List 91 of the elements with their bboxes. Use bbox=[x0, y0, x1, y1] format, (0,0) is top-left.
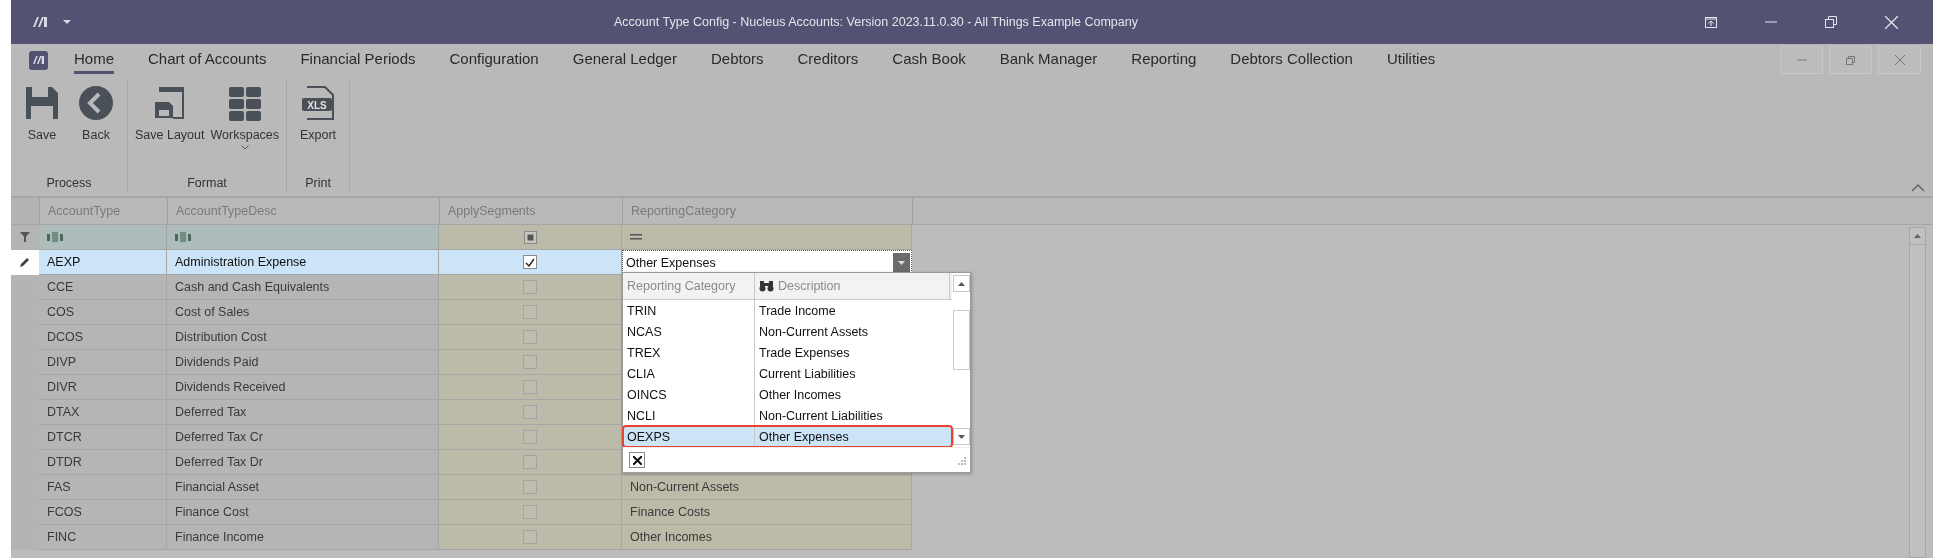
table-cell: DIVP bbox=[39, 350, 167, 375]
binoculars-icon[interactable] bbox=[759, 280, 774, 292]
table-cell: Deferred Tax Cr bbox=[167, 425, 439, 450]
table-cell: Finance Costs bbox=[622, 500, 912, 525]
ribbon-button[interactable]: Back bbox=[69, 82, 123, 176]
menu-tab[interactable]: Configuration bbox=[449, 46, 539, 74]
table-cell: DCOS bbox=[39, 325, 167, 350]
table-cell: AEXP bbox=[39, 250, 167, 275]
table-cell: DIVR bbox=[39, 375, 167, 400]
table-cell: Administration Expense bbox=[167, 250, 439, 275]
minimize-button[interactable] bbox=[1780, 46, 1823, 74]
pencil-icon bbox=[20, 257, 30, 267]
filter-icon[interactable] bbox=[20, 232, 30, 242]
checkbox[interactable] bbox=[523, 505, 537, 519]
table-cell: FINC bbox=[39, 525, 167, 550]
table-cell: Dividends Received bbox=[167, 375, 439, 400]
table-cell: CCE bbox=[39, 275, 167, 300]
chevron-down-icon[interactable] bbox=[240, 145, 249, 150]
checkbox[interactable] bbox=[523, 480, 537, 494]
header-label: Description bbox=[778, 279, 841, 293]
down-arrow-icon[interactable] bbox=[957, 434, 965, 439]
up-arrow-icon[interactable] bbox=[957, 281, 965, 286]
dropdown-option[interactable]: OEXPS Other Expenses bbox=[623, 426, 952, 447]
table-cell: COS bbox=[39, 300, 167, 325]
ribbon-button[interactable]: Save Layout bbox=[132, 82, 208, 176]
table-cell: Finance Income bbox=[167, 525, 439, 550]
menu-tab[interactable]: Debtors bbox=[710, 46, 764, 74]
text-filter-icon bbox=[175, 232, 191, 242]
app-logo-icon[interactable] bbox=[29, 50, 48, 70]
checkbox[interactable] bbox=[523, 280, 537, 294]
ribbon-button[interactable]: XLS Export bbox=[291, 82, 346, 176]
table-cell: Financial Asset bbox=[167, 475, 439, 500]
up-arrow-icon[interactable] bbox=[1914, 234, 1921, 238]
checkbox[interactable] bbox=[523, 330, 537, 344]
window-title: Account Type Config - Nucleus Accounts: Version 2023.11.0.30 - All Things Example Company bbox=[613, 15, 1139, 29]
caret-icon[interactable] bbox=[63, 20, 71, 24]
checkbox[interactable] bbox=[523, 530, 537, 544]
restore-icon[interactable] bbox=[1846, 55, 1855, 65]
checkbox[interactable] bbox=[523, 305, 537, 319]
checkbox[interactable] bbox=[523, 455, 537, 469]
checkbox[interactable] bbox=[523, 405, 537, 419]
menu-tab[interactable]: Cash Book bbox=[892, 46, 966, 74]
table-cell: Distribution Cost bbox=[167, 325, 439, 350]
scrollbar[interactable] bbox=[952, 273, 970, 447]
app-logo-icon[interactable] bbox=[33, 17, 47, 27]
table-cell: Non-Current Assets bbox=[622, 475, 912, 500]
menu-tab[interactable]: Bank Manager bbox=[999, 46, 1098, 74]
table-cell: Cost of Sales bbox=[167, 300, 439, 325]
table-cell: DTCR bbox=[39, 425, 167, 450]
table-cell: Finance Cost bbox=[167, 500, 439, 525]
group-label: Format bbox=[186, 176, 228, 192]
text-filter-icon bbox=[47, 232, 63, 242]
table-cell: Other Incomes bbox=[622, 525, 912, 550]
table-cell: DTAX bbox=[39, 400, 167, 425]
menu-tab[interactable]: Creditors bbox=[797, 46, 859, 74]
minimize-icon[interactable] bbox=[1796, 59, 1807, 61]
menu-tab[interactable]: General Ledger bbox=[572, 46, 677, 74]
table-cell: Dividends Paid bbox=[167, 350, 439, 375]
caret-icon[interactable] bbox=[898, 260, 905, 265]
table-cell: Cash and Cash Equivalents bbox=[167, 275, 439, 300]
ribbon-button[interactable]: Save bbox=[15, 82, 69, 176]
checkbox[interactable] bbox=[523, 380, 537, 394]
checkbox[interactable] bbox=[523, 255, 537, 269]
scroll-thumb[interactable] bbox=[952, 310, 970, 370]
scrollbar[interactable] bbox=[1909, 227, 1926, 558]
menu-tab[interactable]: Home bbox=[74, 46, 114, 74]
checkbox[interactable] bbox=[523, 355, 537, 369]
indeterminate-checkbox-icon[interactable] bbox=[523, 230, 537, 244]
table-cell: FCOS bbox=[39, 500, 167, 525]
equals-icon bbox=[630, 234, 642, 240]
restore-button[interactable] bbox=[1829, 46, 1872, 74]
close-button[interactable] bbox=[1878, 46, 1921, 74]
table-cell: DTDR bbox=[39, 450, 167, 475]
menu-tab[interactable]: Utilities bbox=[1386, 46, 1436, 74]
table-cell: Deferred Tax bbox=[167, 400, 439, 425]
group-label: Process bbox=[45, 176, 93, 192]
group-label: Print bbox=[304, 176, 332, 192]
table-cell: Deferred Tax Dr bbox=[167, 450, 439, 475]
menu-tab[interactable]: Reporting bbox=[1131, 46, 1197, 74]
menu-tab[interactable]: Debtors Collection bbox=[1230, 46, 1353, 74]
filter-cell[interactable] bbox=[167, 225, 439, 250]
filter-cell[interactable] bbox=[439, 225, 622, 250]
ribbon-button[interactable]: Workspaces bbox=[207, 82, 283, 176]
filter-cell[interactable] bbox=[622, 225, 912, 250]
menu-tab[interactable]: Financial Periods bbox=[300, 46, 416, 74]
dropdown-option[interactable]: NCLI Non-Current Liabilities bbox=[623, 405, 952, 426]
resize-grip-icon[interactable] bbox=[956, 455, 966, 465]
checkbox[interactable] bbox=[523, 430, 537, 444]
filter-cell[interactable] bbox=[39, 225, 167, 250]
menu-tab[interactable]: Chart of Accounts bbox=[148, 46, 267, 74]
table-cell: FAS bbox=[39, 475, 167, 500]
